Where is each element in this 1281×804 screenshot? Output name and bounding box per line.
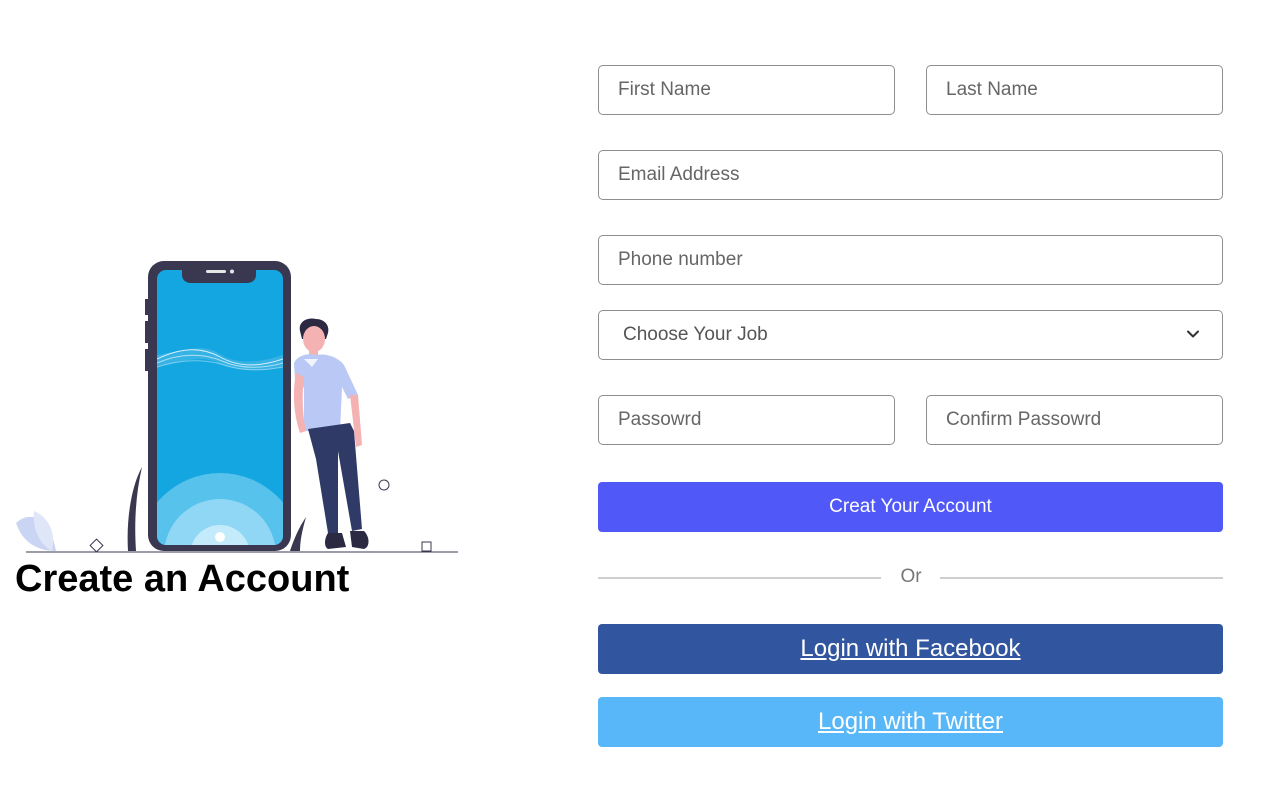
signup-page: Create an Account Choose Your Job Creat … [0, 0, 1281, 804]
first-name-input[interactable] [598, 65, 895, 115]
password-input[interactable] [598, 395, 895, 445]
divider-or-label: Or [900, 566, 922, 587]
grass-blade-left [127, 467, 142, 551]
login-facebook-button[interactable]: Login with Facebook [598, 624, 1223, 674]
phone-input[interactable] [598, 235, 1223, 285]
square-shape [421, 541, 432, 552]
divider-line-right [940, 577, 1223, 579]
job-select-value: Choose Your Job [623, 324, 768, 345]
job-select[interactable]: Choose Your Job [598, 310, 1223, 360]
grass-blade-right [290, 517, 306, 551]
create-account-button[interactable]: Creat Your Account [598, 482, 1223, 532]
confirm-password-input[interactable] [926, 395, 1223, 445]
person-figure [293, 318, 369, 549]
diamond-shape [89, 538, 104, 553]
phone-home-dot [215, 532, 225, 542]
last-name-input[interactable] [926, 65, 1223, 115]
divider-line-left [598, 577, 881, 579]
chevron-down-icon [1187, 330, 1199, 338]
login-twitter-label: Login with Twitter [818, 708, 1003, 735]
email-input[interactable] [598, 150, 1223, 200]
leaf-decoration-icon [16, 511, 56, 551]
phone-person-illustration [16, 261, 458, 553]
login-facebook-label: Login with Facebook [800, 635, 1021, 662]
page-title: Create an Account [15, 558, 350, 600]
circle-shape [378, 479, 390, 491]
login-twitter-button[interactable]: Login with Twitter [598, 697, 1223, 747]
